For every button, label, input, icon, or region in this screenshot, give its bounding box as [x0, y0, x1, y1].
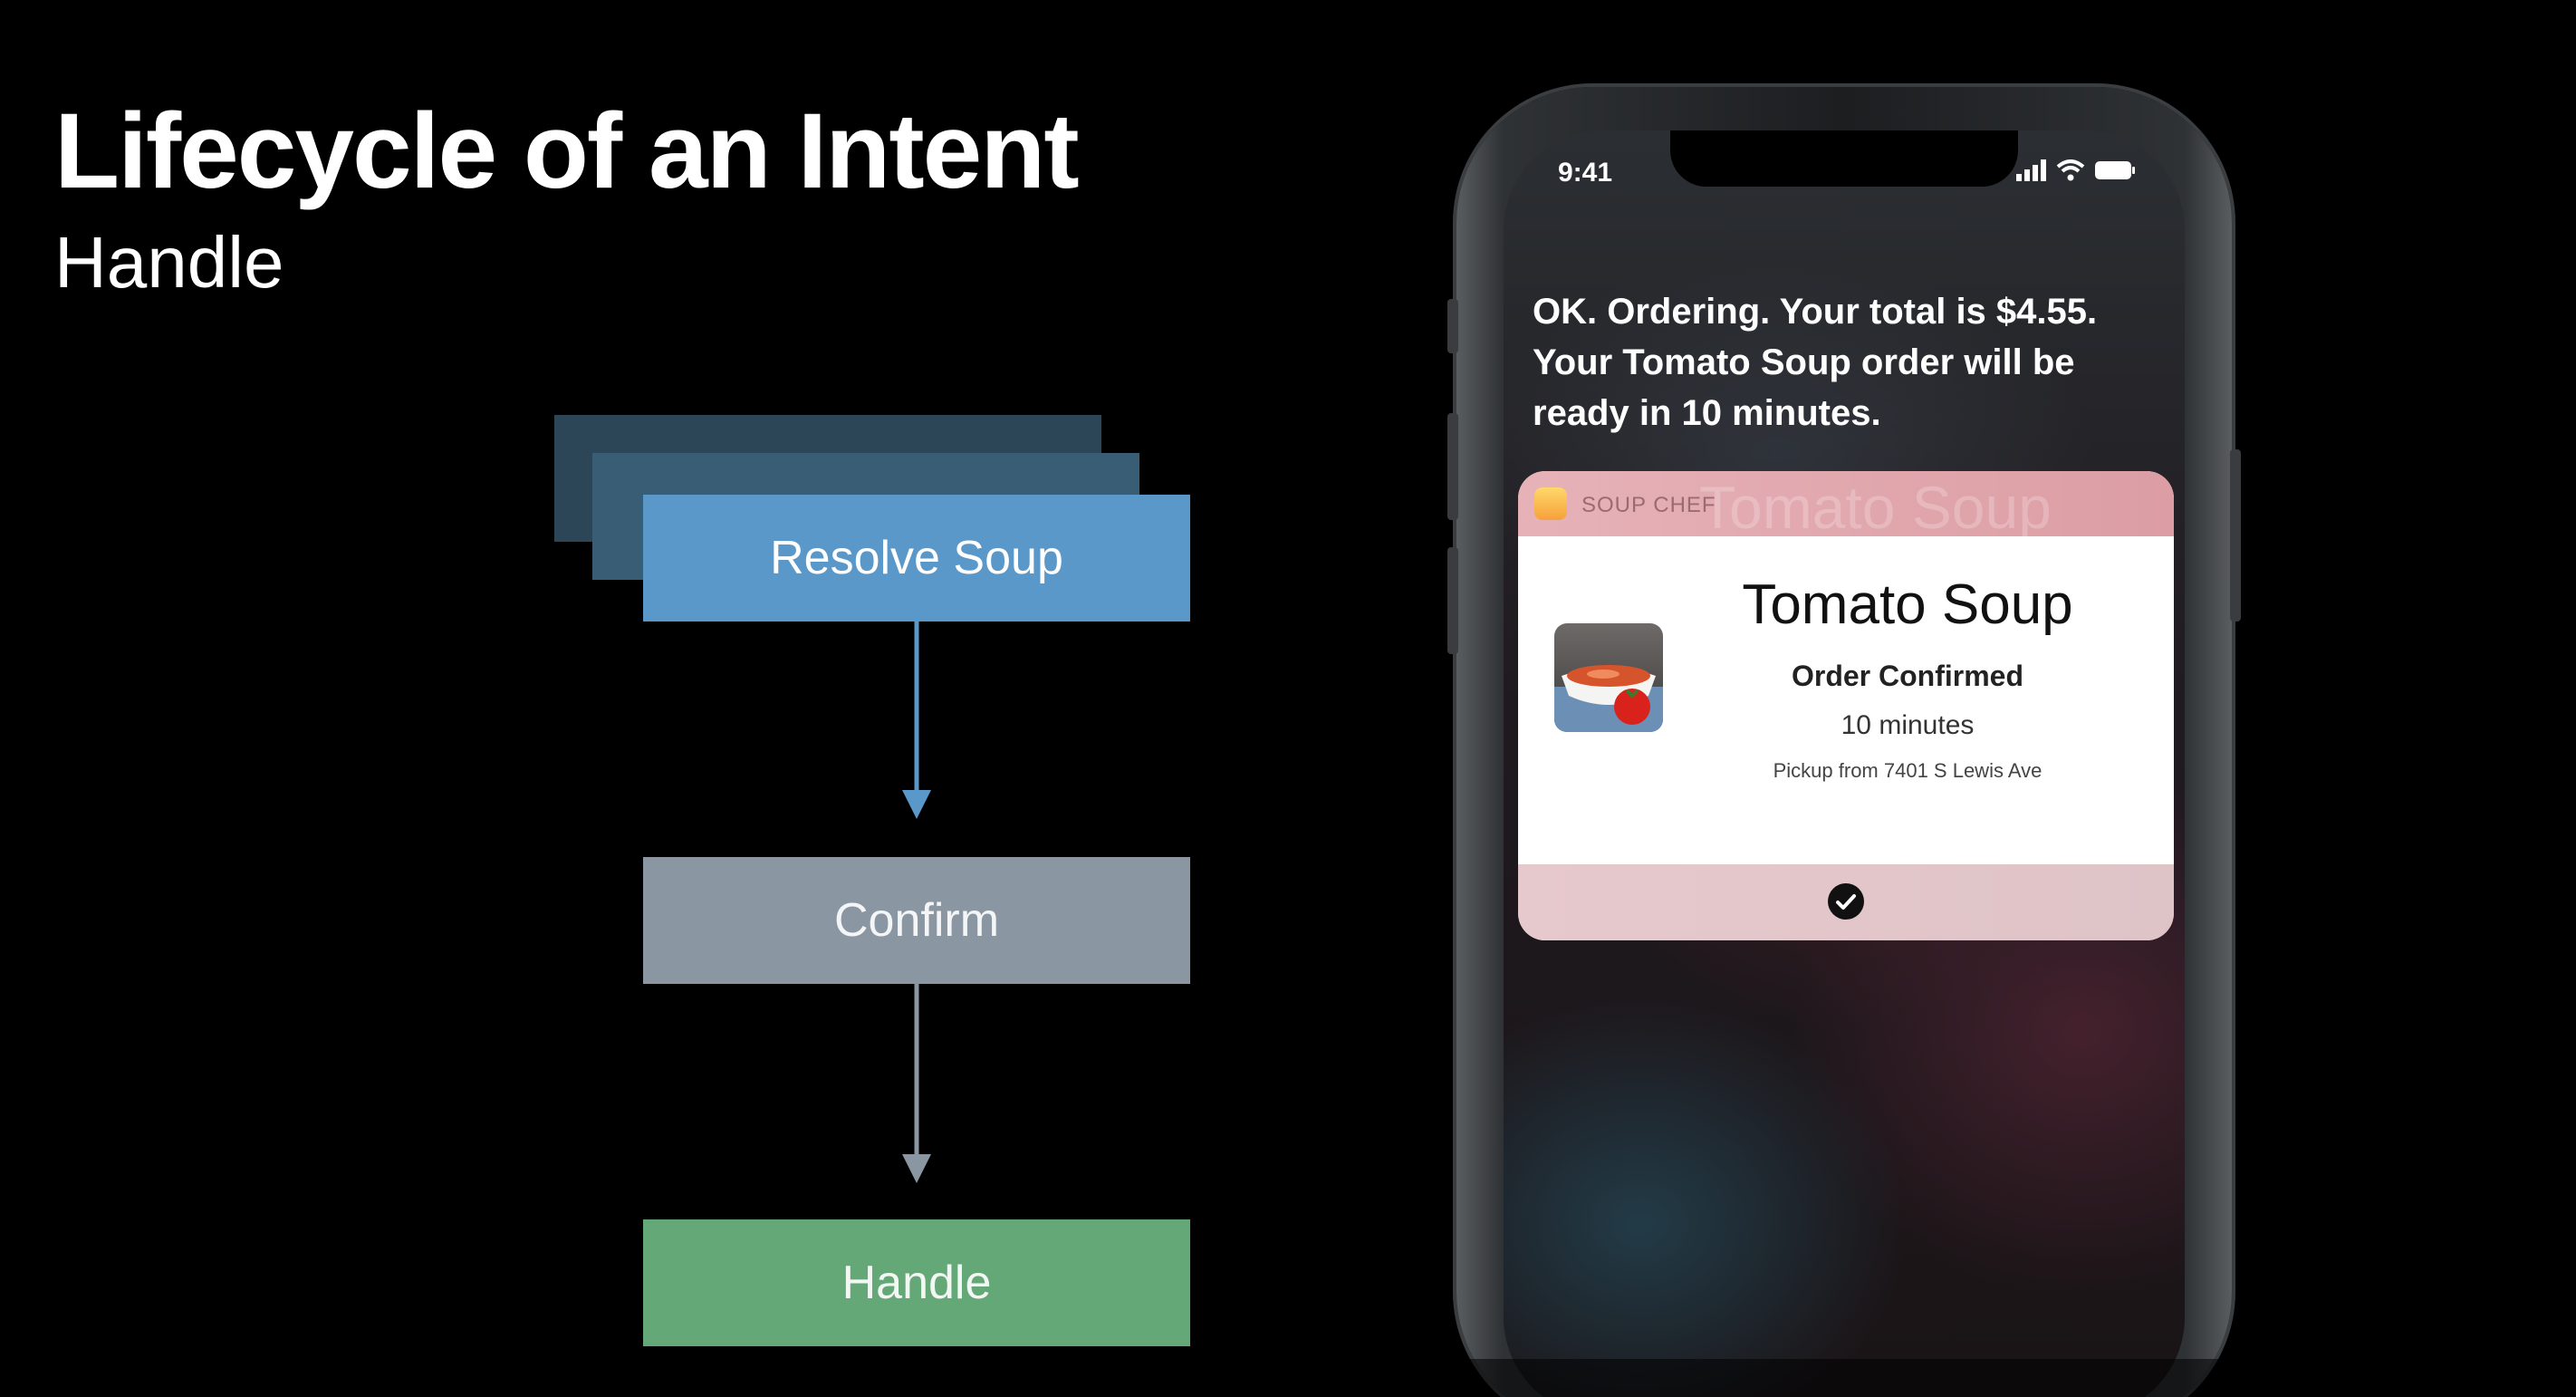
phone-side-button — [2230, 449, 2241, 621]
checkmark-circle-icon — [1828, 883, 1864, 920]
soup-bowl-icon — [1554, 665, 1663, 732]
siri-snippet-card[interactable]: SOUP CHEF Tomato Soup Tomato Soup Order … — [1518, 471, 2174, 940]
soup-chef-app-icon — [1534, 487, 1567, 520]
card-app-name: SOUP CHEF — [1581, 493, 1716, 517]
wifi-icon — [2056, 159, 2085, 181]
flow-step-label: Confirm — [833, 894, 1000, 947]
flow-step-label: Handle — [841, 1257, 992, 1309]
slide: Lifecycle of an Intent Handle Resolve So… — [0, 0, 2576, 1397]
arrowhead-confirm-to-handle — [902, 1154, 931, 1183]
video-bottom-shade — [1449, 1359, 2246, 1397]
phone-notch — [1670, 130, 2018, 187]
flow-step-label: Resolve Soup — [770, 532, 1063, 584]
status-bar-time: 9:41 — [1558, 158, 1613, 188]
flow-step-resolve-soup: Resolve Soup — [643, 495, 1190, 621]
siri-response-text: OK. Ordering. Your total is $4.55. Your … — [1533, 292, 2098, 433]
phone-screen: 9:41 OK. Ordering. Your total is $4.55. … — [1504, 130, 2185, 1397]
order-item-title: Tomato Soup — [1742, 573, 2073, 636]
arrowhead-resolve-to-confirm — [902, 790, 931, 819]
card-body: Tomato Soup Order Confirmed 10 minutes P… — [1518, 536, 2174, 864]
card-footer — [1518, 864, 2174, 940]
order-ready-time: 10 minutes — [1841, 710, 1975, 740]
phone-volume-up — [1447, 413, 1458, 520]
flow-step-handle: Handle — [643, 1219, 1190, 1346]
flow-step-confirm: Confirm — [643, 857, 1190, 984]
slide-title: Lifecycle of an Intent — [54, 92, 1080, 211]
status-bar-icons — [2016, 159, 2136, 181]
battery-icon — [2095, 161, 2135, 179]
card-ghost-title: Tomato Soup — [1699, 474, 2052, 541]
tomato-soup-image — [1554, 623, 1663, 732]
order-status: Order Confirmed — [1791, 660, 2024, 692]
cellular-signal-icon — [2016, 159, 2046, 181]
phone-silent-switch — [1447, 299, 1458, 353]
order-pickup-location: Pickup from 7401 S Lewis Ave — [1773, 759, 2043, 782]
phone-volume-down — [1447, 547, 1458, 654]
card-header: SOUP CHEF Tomato Soup — [1518, 471, 2174, 541]
slide-subtitle: Handle — [54, 222, 284, 303]
